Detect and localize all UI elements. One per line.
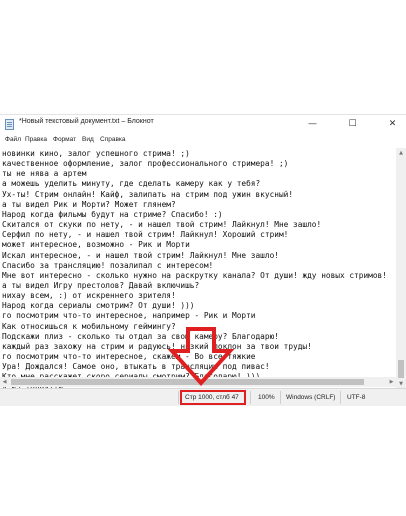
status-bar: Стр 1000, стлб 47 100% Windows (CRLF) UT… [0, 388, 406, 406]
text-line: может интересное, возможно - Рик и Морти [2, 240, 190, 250]
scroll-right-icon[interactable]: ▶ [387, 377, 396, 387]
status-separator [340, 391, 341, 404]
line-endings: Windows (CRLF) [286, 394, 336, 401]
text-line: Мне вот интересно - сколько нужно на рас… [2, 270, 387, 280]
title-bar[interactable]: *Новый текстовый документ.txt – Блокнот … [0, 115, 406, 133]
text-line: Искал интересное, - и нашел твой стрим! … [2, 250, 279, 260]
status-separator [250, 391, 251, 404]
menu-help[interactable]: Справка [100, 136, 126, 143]
maximize-button[interactable]: ☐ [339, 115, 366, 133]
red-arrow-annotation [167, 327, 235, 386]
text-line: го посмотрим что-то интересное, например… [2, 311, 256, 321]
text-line: нихау всем, :) от искреннего зрителя! [2, 291, 176, 301]
menu-format[interactable]: Формат [53, 136, 76, 143]
text-line: а ты видел Игру престолов? Давай включиш… [2, 280, 200, 290]
text-line: качественное оформление, залог профессио… [2, 159, 289, 169]
text-line: Народ когда сериалы смотрим? От души! ))… [2, 301, 195, 311]
menu-view[interactable]: Вид [82, 136, 94, 143]
scroll-up-icon[interactable]: ▲ [396, 148, 406, 157]
menu-bar: Файл Правка Формат Вид Справка [0, 134, 406, 147]
text-line: новинки кино, залог успешного стрима! ;) [2, 149, 190, 158]
status-separator [280, 391, 281, 404]
notepad-icon [5, 119, 14, 130]
status-separator [178, 391, 179, 404]
window-title: *Новый текстовый документ.txt – Блокнот [19, 118, 154, 125]
text-line: ты не нява а артем [2, 169, 87, 179]
zoom-level: 100% [258, 394, 275, 401]
vertical-scroll-thumb[interactable] [398, 360, 404, 378]
text-line: Серфил по нету, - и нашел твой стрим! Ла… [2, 230, 289, 240]
scroll-left-icon[interactable]: ◀ [0, 377, 9, 387]
minimize-button[interactable]: — [299, 115, 326, 133]
menu-file[interactable]: Файл [5, 136, 21, 143]
text-line: Спасибо за трансляцию! позалипал с интер… [2, 260, 214, 270]
text-line: Скитался от скуки по нету, - и нашел тво… [2, 220, 322, 230]
text-line: а можешь уделить минуту, где сделать кам… [2, 179, 261, 189]
text-line: Ух-ты! Стрим онлайн! Кайф, залипать на с… [2, 189, 294, 199]
close-button[interactable]: ✕ [379, 115, 406, 133]
scroll-down-icon[interactable]: ▼ [396, 379, 406, 388]
encoding: UTF-8 [347, 394, 366, 401]
text-line: а ты видел Рик и Морти? Может глянем? [2, 199, 176, 209]
position-highlight-box [180, 390, 246, 405]
vertical-scrollbar[interactable]: ▲ ▼ [396, 148, 406, 388]
menu-edit[interactable]: Правка [25, 136, 47, 143]
text-line: Народ когда фильмы будут на стриме? Спас… [2, 209, 223, 219]
